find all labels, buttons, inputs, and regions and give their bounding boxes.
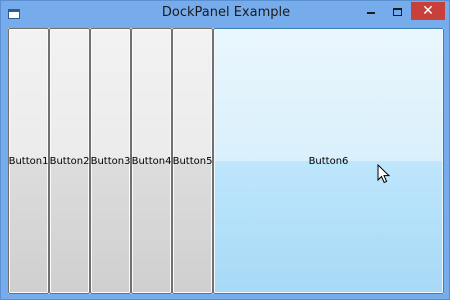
minimize-icon <box>367 12 375 14</box>
button-1[interactable]: Button1 <box>8 28 49 294</box>
close-button[interactable]: ✕ <box>411 2 445 20</box>
window-title: DockPanel Example <box>161 5 291 20</box>
title-bar[interactable]: DockPanel Example ✕ <box>1 1 449 27</box>
minimize-button[interactable] <box>359 2 385 22</box>
close-icon: ✕ <box>422 3 434 19</box>
button-4[interactable]: Button4 <box>131 28 172 294</box>
app-window-icon[interactable] <box>8 9 20 19</box>
app-window: DockPanel Example ✕ Button1 Button2 Butt… <box>0 0 450 300</box>
button-2[interactable]: Button2 <box>49 28 90 294</box>
button-5[interactable]: Button5 <box>172 28 213 294</box>
mouse-pointer-icon <box>377 164 391 184</box>
button-3[interactable]: Button3 <box>90 28 131 294</box>
dock-panel: Button1 Button2 Button3 Button4 Button5 … <box>8 28 444 294</box>
button-6[interactable]: Button6 <box>213 28 444 294</box>
maximize-button[interactable] <box>385 2 410 22</box>
maximize-icon <box>393 8 402 16</box>
